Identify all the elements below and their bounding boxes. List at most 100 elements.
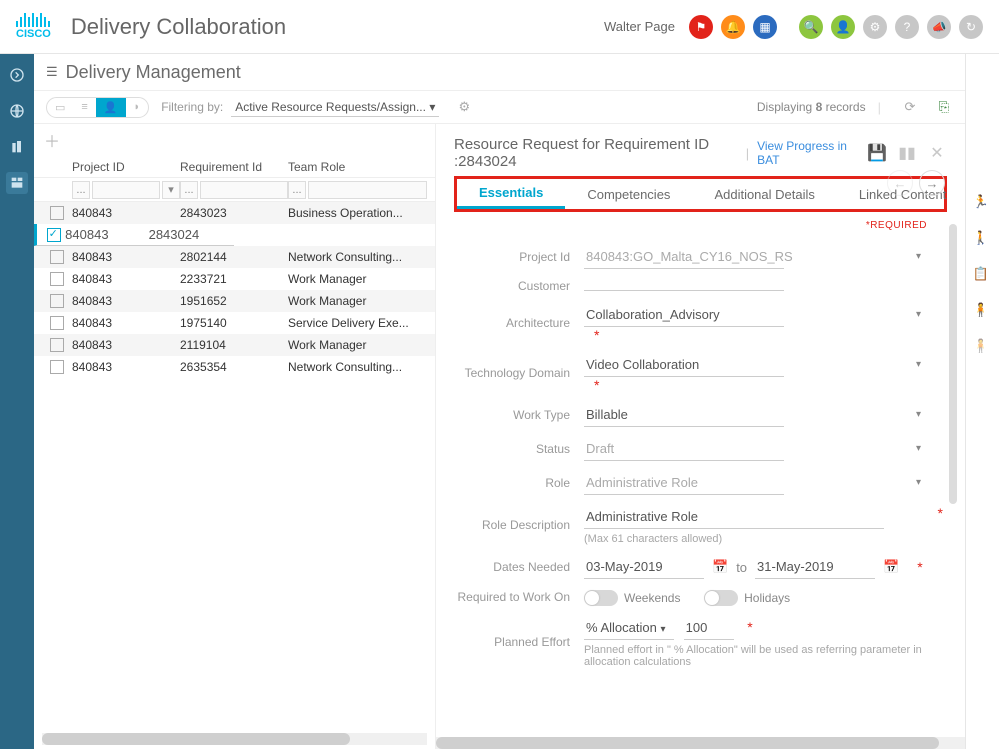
- prev-arrow-icon[interactable]: ←: [887, 170, 913, 196]
- search-icon[interactable]: 🔍: [799, 15, 823, 39]
- bell-icon[interactable]: 🔔: [721, 15, 745, 39]
- role-select[interactable]: Administrative Role▾: [584, 471, 784, 495]
- row-checkbox[interactable]: [50, 250, 64, 264]
- detail-panel: Resource Request for Requirement ID :284…: [436, 124, 965, 749]
- row-checkbox[interactable]: [50, 316, 64, 330]
- filter-project-id[interactable]: [92, 181, 160, 199]
- date-from-input[interactable]: [584, 555, 704, 579]
- col-requirement-id[interactable]: Requirement Id: [180, 160, 288, 174]
- row-checkbox[interactable]: [50, 294, 64, 308]
- required-note: *REQUIRED: [454, 220, 927, 231]
- row-checkbox[interactable]: [50, 338, 64, 352]
- filter-settings-icon[interactable]: ⚙: [455, 98, 473, 116]
- calendar-from-icon[interactable]: 📅: [712, 559, 728, 575]
- row-checkbox[interactable]: [50, 272, 64, 286]
- nav-globe-icon[interactable]: [6, 100, 28, 122]
- customer-select[interactable]: [584, 282, 784, 291]
- grid-body: 8408432843023Business Operation...840843…: [34, 202, 435, 733]
- nav-dashboard-icon[interactable]: [6, 172, 28, 194]
- architecture-select[interactable]: Collaboration_Advisory▾: [584, 303, 784, 327]
- row-checkbox[interactable]: [47, 228, 61, 242]
- grid-hscroll[interactable]: [42, 733, 427, 745]
- flag-icon[interactable]: ⚑: [689, 15, 713, 39]
- tab-additional[interactable]: Additional Details: [692, 179, 836, 209]
- rn-person-back-icon[interactable]: 🚶: [973, 230, 993, 250]
- table-row[interactable]: 8408432843024Administrative Role: [34, 224, 234, 246]
- row-checkbox[interactable]: [50, 360, 64, 374]
- role-desc-input[interactable]: [584, 505, 884, 529]
- page-head-icon: ☰: [46, 64, 58, 80]
- status-select[interactable]: Draft▾: [584, 437, 784, 461]
- next-arrow-icon[interactable]: →: [919, 170, 945, 196]
- filter-dd-a[interactable]: ▾: [162, 181, 180, 199]
- add-row-button[interactable]: ＋: [34, 124, 435, 156]
- filter-op-a[interactable]: ...: [72, 181, 90, 199]
- profile-icon[interactable]: 👤: [831, 15, 855, 39]
- table-row[interactable]: 8408432233721Work Manager: [34, 268, 435, 290]
- table-row[interactable]: 8408431975140Service Delivery Exe...: [34, 312, 435, 334]
- main: ☰ Delivery Management ▭ ≡ 👤 ◗ Filtering …: [34, 54, 965, 749]
- rn-person-stand-icon[interactable]: 🧍: [973, 302, 993, 322]
- panel-hscroll[interactable]: [436, 737, 965, 749]
- tab-essentials[interactable]: Essentials: [457, 179, 565, 209]
- filter-op-c[interactable]: ...: [288, 181, 306, 199]
- view-person-icon[interactable]: 👤: [96, 98, 126, 117]
- weekends-toggle[interactable]: [584, 590, 618, 606]
- refresh-icon[interactable]: ⟳: [901, 98, 919, 116]
- page-head: ☰ Delivery Management: [34, 54, 965, 90]
- tech-domain-select[interactable]: Video Collaboration▾: [584, 353, 784, 377]
- project-id-select[interactable]: 840843:GO_Malta_CY16_NOS_RS▾: [584, 245, 784, 269]
- filter-requirement-id[interactable]: [200, 181, 288, 199]
- save-icon[interactable]: 💾: [867, 143, 887, 163]
- top-bar: CISCO Delivery Collaboration Walter Page…: [0, 0, 999, 54]
- export-excel-icon[interactable]: ⎘: [935, 98, 953, 116]
- rn-person-run-icon[interactable]: 🏃: [973, 194, 993, 214]
- top-right: Walter Page ⚑ 🔔 ▦ 🔍 👤 ⚙ ? 📣 ↻: [604, 15, 983, 39]
- effort-value-input[interactable]: [684, 616, 734, 640]
- help-icon[interactable]: ?: [895, 15, 919, 39]
- panel-title: Resource Request for Requirement ID :284…: [454, 136, 738, 170]
- nav-expand-icon[interactable]: [6, 64, 28, 86]
- table-row[interactable]: 8408432802144Network Consulting...: [34, 246, 435, 268]
- left-nav: [0, 54, 34, 749]
- nav-building-icon[interactable]: [6, 136, 28, 158]
- view-progress-link[interactable]: View Progress in BAT: [757, 139, 859, 167]
- app-title: Delivery Collaboration: [71, 14, 286, 40]
- row-checkbox[interactable]: [50, 206, 64, 220]
- cisco-logo: CISCO: [16, 13, 51, 40]
- filter-team-role[interactable]: [308, 181, 427, 199]
- table-row[interactable]: 8408432635354Network Consulting...: [34, 356, 435, 378]
- col-project-id[interactable]: Project ID: [72, 160, 180, 174]
- filter-op-b[interactable]: ...: [180, 181, 198, 199]
- effort-type-select[interactable]: % Allocation ▾: [584, 616, 674, 640]
- view-toggle: ▭ ≡ 👤 ◗: [46, 97, 149, 118]
- user-name[interactable]: Walter Page: [604, 19, 675, 34]
- history-icon[interactable]: ↻: [959, 15, 983, 39]
- filter-value[interactable]: Active Resource Requests/Assign... ▾: [231, 98, 439, 117]
- panel-tabs: Essentials Competencies Additional Detai…: [454, 176, 947, 212]
- tab-competencies[interactable]: Competencies: [565, 179, 692, 209]
- close-icon[interactable]: ✕: [927, 143, 947, 163]
- grid-filter-row: ...▾ ... ...: [34, 178, 435, 202]
- view-tag-icon[interactable]: ◗: [126, 98, 149, 117]
- announce-icon[interactable]: 📣: [927, 15, 951, 39]
- layout-icon[interactable]: ▮▮: [897, 143, 917, 163]
- date-to-input[interactable]: [755, 555, 875, 579]
- gear-icon[interactable]: ⚙: [863, 15, 887, 39]
- table-row[interactable]: 8408432119104Work Manager: [34, 334, 435, 356]
- view-card-icon[interactable]: ▭: [47, 98, 73, 117]
- holidays-toggle[interactable]: [704, 590, 738, 606]
- records-count: Displaying 8 records: [757, 100, 866, 114]
- rn-clipboard-icon[interactable]: 📋: [973, 266, 993, 286]
- rn-person-disabled-icon[interactable]: 🧍: [973, 338, 993, 358]
- calendar-to-icon[interactable]: 📅: [883, 559, 899, 575]
- form: Project Id840843:GO_Malta_CY16_NOS_RS▾ C…: [454, 235, 947, 737]
- table-row[interactable]: 8408432843023Business Operation...: [34, 202, 435, 224]
- calendar-icon[interactable]: ▦: [753, 15, 777, 39]
- table-row[interactable]: 8408431951652Work Manager: [34, 290, 435, 312]
- view-list-icon[interactable]: ≡: [73, 98, 95, 117]
- panel-vscroll[interactable]: [949, 224, 959, 711]
- col-team-role[interactable]: Team Role: [288, 160, 427, 174]
- work-type-select[interactable]: Billable▾: [584, 403, 784, 427]
- page-title: Delivery Management: [66, 62, 241, 83]
